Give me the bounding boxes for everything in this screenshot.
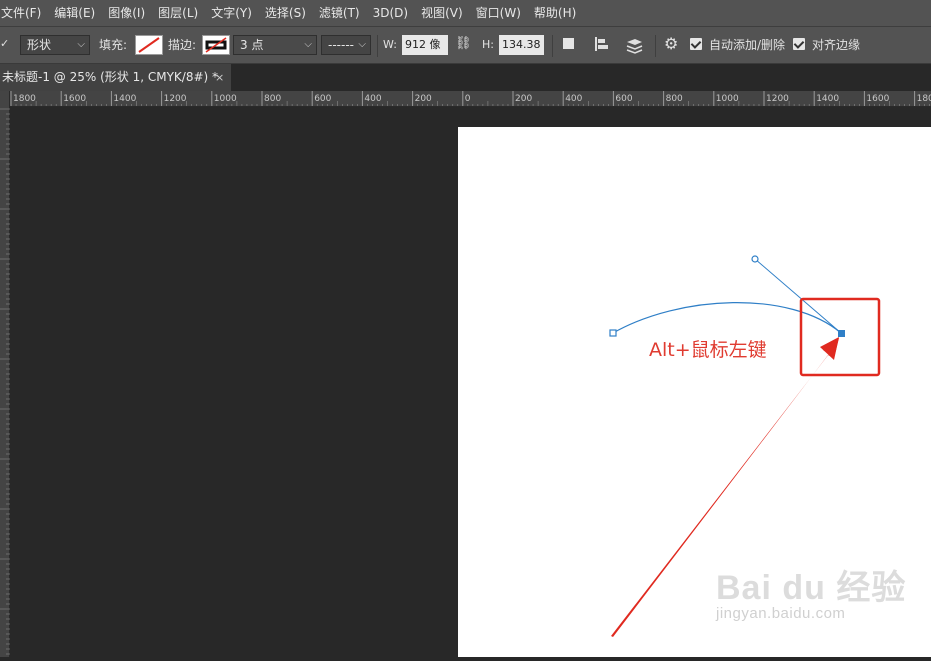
baidu-jingyan-watermark: Bai du 经验 jingyan.baidu.com [716, 560, 906, 622]
annotation-label: Alt+鼠标左键 [649, 339, 767, 361]
anchor-point-selected[interactable] [838, 330, 845, 337]
canvas-overlay [609, 255, 881, 637]
direction-handle-line [754, 258, 842, 334]
pen-path-curve[interactable] [612, 302, 842, 334]
anchor-point-start[interactable] [609, 329, 617, 337]
red-arrow-head-icon [820, 337, 839, 360]
direction-handle-point[interactable] [751, 255, 759, 263]
watermark-logo-text: Bai du 经验 [716, 569, 907, 607]
